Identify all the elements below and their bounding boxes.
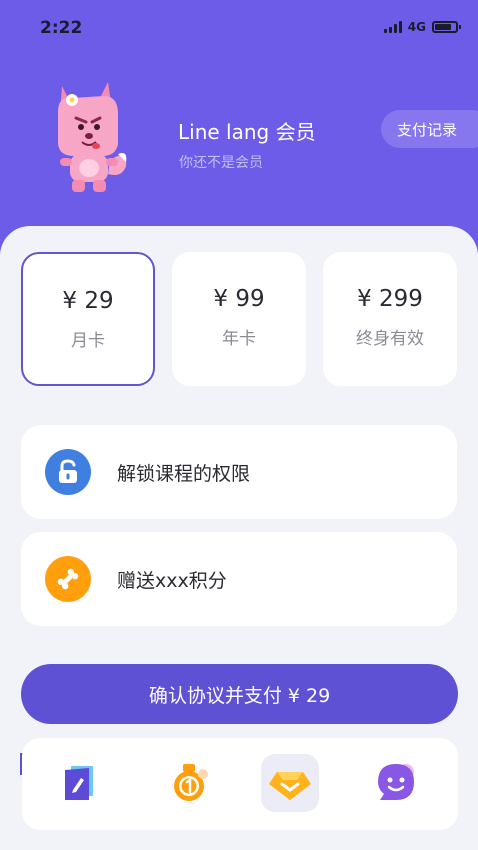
book-edit-icon (65, 766, 93, 800)
plan-price: ¥ 299 (357, 286, 423, 312)
confirm-pay-button[interactable]: 确认协议并支付 ¥ 29 (21, 664, 458, 724)
benefit-unlock-courses: 解锁课程的权限 (21, 425, 457, 519)
bottom-tab-bar (22, 738, 458, 830)
plan-name: 年卡 (222, 329, 256, 349)
plan-price: ¥ 29 (62, 288, 114, 314)
tab-achievements[interactable] (162, 754, 220, 812)
payment-records-button[interactable]: 支付记录 (381, 110, 478, 148)
fox-mascot-icon (58, 82, 127, 192)
bone-icon (45, 556, 91, 602)
tab-courses[interactable] (51, 754, 109, 812)
benefit-text: 赠送xxx积分 (117, 570, 227, 592)
plan-name: 月卡 (71, 331, 105, 351)
status-time: 2:22 (40, 18, 83, 38)
signal-icon (383, 21, 402, 33)
membership-status: 你还不是会员 (179, 155, 263, 171)
status-bar: 2:22 4G (0, 0, 478, 56)
benefit-bonus-points: 赠送xxx积分 (21, 532, 457, 626)
benefit-text: 解锁课程的权限 (117, 463, 251, 485)
chat-icon (378, 764, 414, 800)
tab-vip[interactable] (261, 754, 319, 812)
status-indicators: 4G (383, 20, 461, 34)
vip-diamond-icon (269, 772, 311, 800)
unlock-icon (45, 449, 91, 495)
plan-price: ¥ 99 (213, 286, 265, 312)
plan-name: 终身有效 (356, 329, 424, 349)
medal-icon (174, 764, 208, 801)
network-type: 4G (407, 20, 426, 34)
battery-icon (432, 21, 461, 33)
username: Line lang 会员 (178, 120, 316, 144)
tab-messages[interactable] (368, 754, 426, 812)
plan-card-yearly[interactable]: ¥ 99 年卡 (172, 252, 306, 386)
plan-card-lifetime[interactable]: ¥ 299 终身有效 (323, 252, 457, 386)
plan-card-monthly[interactable]: ¥ 29 月卡 (21, 252, 155, 386)
